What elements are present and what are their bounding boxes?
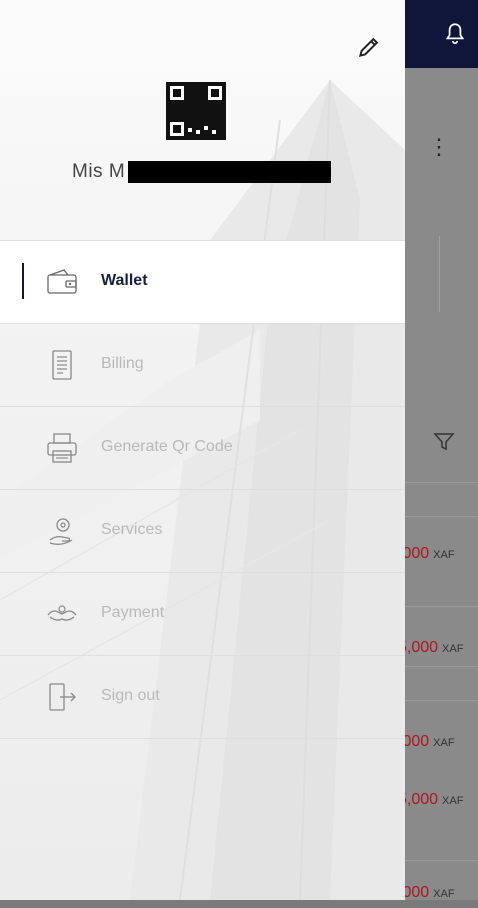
filter-icon[interactable] xyxy=(432,430,456,454)
services-icon xyxy=(49,518,73,545)
divider xyxy=(405,606,478,607)
menu-item-label: Payment xyxy=(101,604,165,621)
payment-icon xyxy=(47,605,77,621)
menu-item-label: Wallet xyxy=(101,272,148,289)
divider xyxy=(405,666,478,667)
bell-icon[interactable] xyxy=(442,20,468,48)
transaction-amount: ,000 XAF xyxy=(398,884,478,908)
transaction-amount: ,000 XAF xyxy=(398,545,478,569)
wallet-icon xyxy=(47,269,77,294)
divider xyxy=(439,236,440,312)
transaction-amount: ,000 XAF xyxy=(398,733,478,757)
divider xyxy=(405,482,478,483)
menu-item-generate-qr-code[interactable]: Generate Qr Code xyxy=(0,406,405,489)
divider xyxy=(405,516,478,517)
qr-code-icon[interactable] xyxy=(166,82,226,140)
user-name: Mis M xyxy=(72,161,126,182)
active-indicator xyxy=(22,263,24,299)
transaction-amount: 5,000 XAF xyxy=(398,791,478,815)
menu-item-wallet[interactable]: Wallet xyxy=(0,240,405,323)
transaction-amount: 5,000 XAF xyxy=(398,639,478,663)
divider xyxy=(405,860,478,861)
navigation-drawer: Mis M Wallet Billing Generate Qr Code Se… xyxy=(0,0,405,900)
printer-icon xyxy=(47,433,77,463)
amount-currency: XAF xyxy=(433,549,455,561)
drawer-menu: Wallet Billing Generate Qr Code Services… xyxy=(0,240,405,739)
menu-item-services[interactable]: Services xyxy=(0,489,405,572)
menu-item-label: Billing xyxy=(101,355,144,372)
menu-item-sign-out[interactable]: Sign out xyxy=(0,655,405,739)
amount-currency: XAF xyxy=(442,795,464,807)
menu-item-payment[interactable]: Payment xyxy=(0,572,405,655)
divider xyxy=(405,700,478,701)
pencil-icon[interactable] xyxy=(356,34,382,60)
menu-item-label: Sign out xyxy=(101,687,160,704)
menu-item-billing[interactable]: Billing xyxy=(0,323,405,406)
menu-item-label: Generate Qr Code xyxy=(101,438,233,455)
sign-out-icon xyxy=(49,683,76,711)
redacted-name xyxy=(128,161,331,183)
more-options-icon[interactable]: ⋮ xyxy=(428,136,450,160)
amount-currency: XAF xyxy=(433,737,455,749)
amount-currency: XAF xyxy=(433,888,455,900)
menu-item-label: Services xyxy=(101,521,163,538)
billing-icon xyxy=(52,350,72,380)
amount-currency: XAF xyxy=(442,643,464,655)
